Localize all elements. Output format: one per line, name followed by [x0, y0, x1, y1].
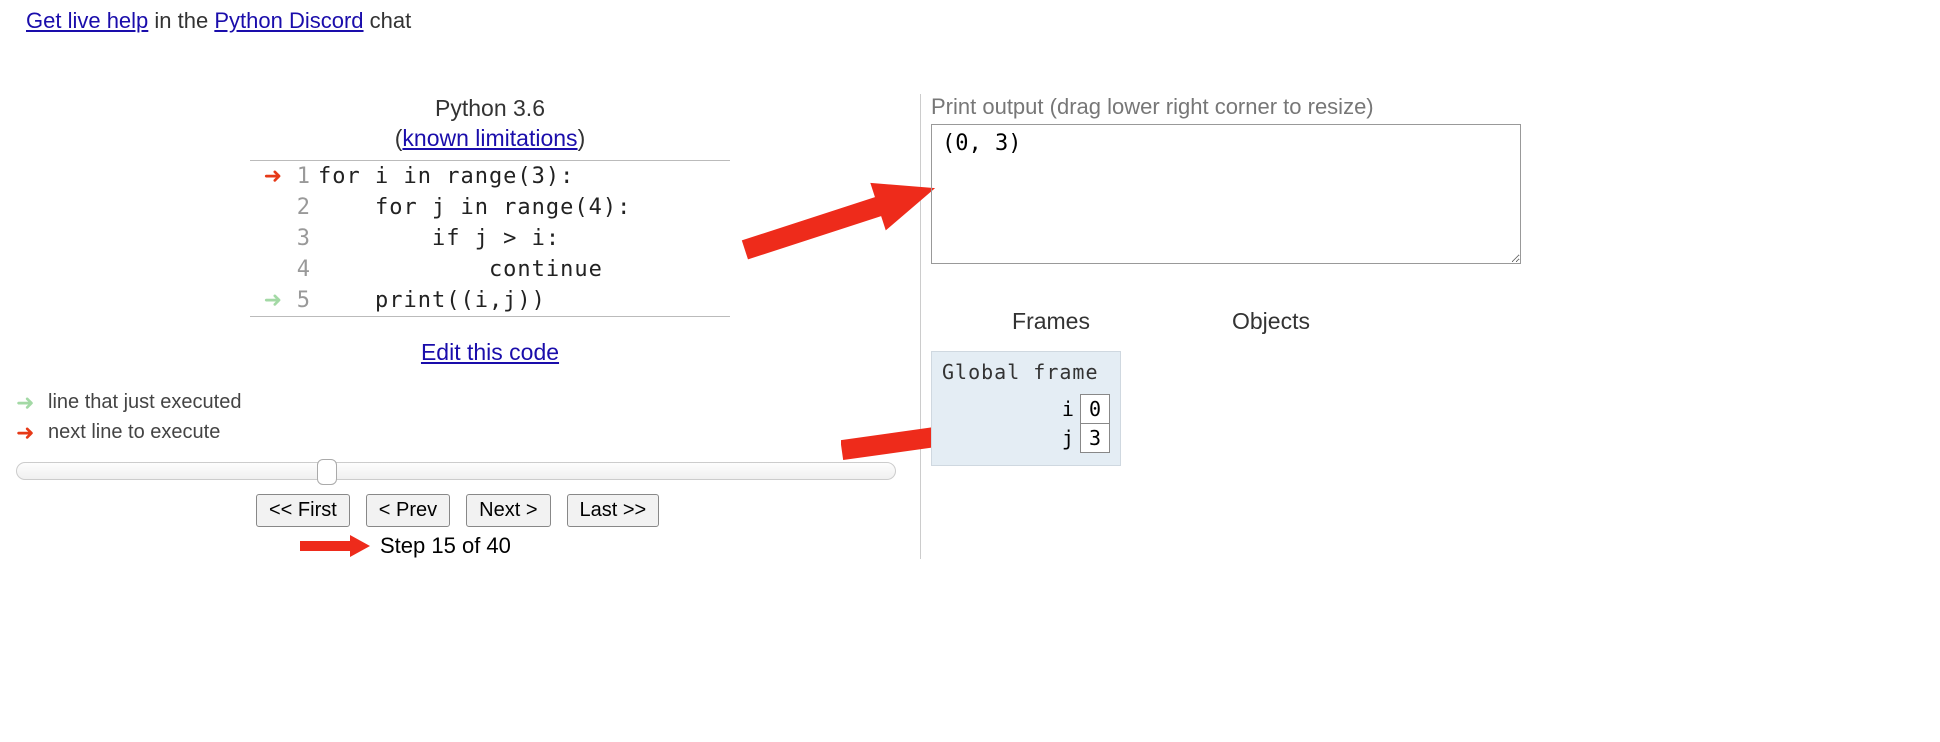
help-line: Get live help in the Python Discord chat	[0, 0, 1940, 34]
first-button[interactable]: << First	[256, 494, 350, 527]
slider-thumb-icon[interactable]	[317, 459, 337, 485]
step-indicator-row: Step 15 of 40	[300, 533, 920, 559]
just-executed-arrow-icon: ➜	[264, 287, 282, 312]
step-slider[interactable]	[16, 462, 896, 480]
line-number: 3	[286, 223, 314, 254]
variable-row: j 3	[1054, 424, 1110, 453]
line-number: 2	[286, 192, 314, 223]
paren-close: )	[578, 125, 586, 151]
line-number: 5	[286, 285, 314, 317]
last-button[interactable]: Last >>	[567, 494, 660, 527]
help-text-mid: in the	[148, 8, 214, 33]
next-line-arrow-icon: ➜	[16, 420, 48, 446]
output-label: Print output (drag lower right corner to…	[931, 94, 1571, 120]
python-discord-link[interactable]: Python Discord	[214, 8, 363, 33]
step-nav-buttons: << First < Prev Next > Last >>	[256, 494, 920, 527]
slider-track[interactable]	[16, 462, 896, 480]
runtime-state-panel: Print output (drag lower right corner to…	[931, 94, 1571, 466]
vertical-divider	[920, 94, 921, 559]
code-row: ➜ 1 for i in range(3):	[250, 160, 730, 192]
print-output-box[interactable]: (0, 3)	[931, 124, 1521, 264]
variable-value: 3	[1080, 424, 1109, 453]
arrow-legend: ➜ line that just executed ➜ next line to…	[16, 390, 920, 446]
global-frame: Global frame i 0 j 3	[931, 351, 1121, 466]
variable-name: j	[1054, 424, 1081, 453]
code-text: for i in range(3):	[314, 160, 730, 192]
code-row: 4 continue	[250, 254, 730, 285]
code-text: print((i,j))	[314, 285, 730, 317]
step-counter: Step 15 of 40	[380, 533, 511, 559]
python-version: Python 3.6	[435, 95, 545, 121]
line-number: 1	[286, 160, 314, 192]
line-number: 4	[286, 254, 314, 285]
language-header: Python 3.6 (known limitations)	[250, 94, 730, 154]
code-row: ➜ 5 print((i,j))	[250, 285, 730, 317]
variable-value: 0	[1080, 395, 1109, 424]
live-help-link[interactable]: Get live help	[26, 8, 148, 33]
global-frame-title: Global frame	[942, 360, 1110, 384]
just-executed-arrow-icon: ➜	[16, 390, 48, 416]
code-text: if j > i:	[314, 223, 730, 254]
help-text-tail: chat	[364, 8, 412, 33]
legend-executed-label: line that just executed	[48, 391, 241, 414]
frames-header: Frames	[931, 308, 1171, 335]
next-button[interactable]: Next >	[466, 494, 550, 527]
legend-next-label: next line to execute	[48, 421, 220, 444]
known-limitations-link[interactable]: known limitations	[402, 125, 577, 151]
next-line-arrow-icon: ➜	[264, 163, 282, 188]
prev-button[interactable]: < Prev	[366, 494, 450, 527]
code-row: 3 if j > i:	[250, 223, 730, 254]
annotation-arrow-icon	[300, 535, 370, 557]
code-text: continue	[314, 254, 730, 285]
variable-name: i	[1054, 395, 1081, 424]
annotation-arrow-icon	[740, 164, 940, 274]
variable-row: i 0	[1054, 395, 1110, 424]
variable-table: i 0 j 3	[1054, 394, 1110, 453]
code-listing: ➜ 1 for i in range(3): 2 for j in range(…	[250, 160, 730, 317]
code-row: 2 for j in range(4):	[250, 192, 730, 223]
edit-code-link[interactable]: Edit this code	[421, 339, 559, 365]
objects-header: Objects	[1171, 308, 1371, 335]
code-text: for j in range(4):	[314, 192, 730, 223]
code-execution-panel: Python 3.6 (known limitations) ➜ 1 for i…	[0, 94, 920, 559]
